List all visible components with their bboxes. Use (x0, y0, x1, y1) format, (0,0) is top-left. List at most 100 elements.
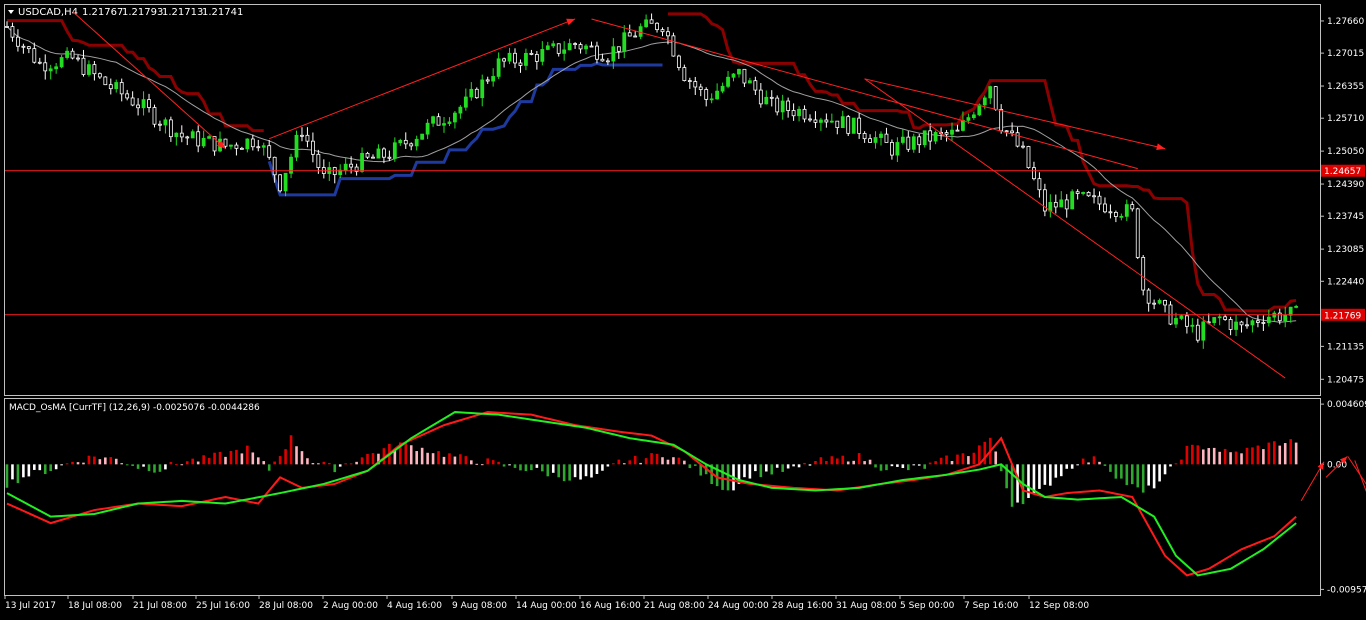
time-tick-label: 14 Aug 00:00 (516, 601, 577, 611)
osma-bar (491, 460, 495, 465)
osma-bar (1256, 445, 1260, 465)
candle-body (201, 137, 206, 147)
candle-body (76, 57, 80, 60)
candle-body (1157, 300, 1162, 304)
candle-body (731, 73, 736, 78)
osma-bar (786, 464, 790, 469)
candle-body (278, 174, 283, 192)
candle-body (851, 117, 856, 134)
candle-body (862, 133, 867, 140)
candle-body (644, 19, 649, 28)
candle-body (971, 114, 976, 118)
chart-window[interactable]: USDCAD,H4 1.21767 1.21793 1.21713 1.2174… (0, 0, 1366, 616)
osma-bar (147, 464, 151, 472)
candle-body (611, 46, 616, 62)
osma-bar (76, 462, 80, 465)
osma-bar (617, 459, 621, 465)
candle-body (808, 118, 812, 121)
candle-body (1239, 321, 1244, 326)
osma-bar (655, 453, 659, 465)
osma-bar (584, 464, 588, 477)
candle-body (824, 119, 829, 123)
osma-bar (1109, 464, 1112, 472)
osma-bar (5, 464, 9, 488)
osma-bar (896, 464, 899, 467)
price-tick-label: 1.24390 (1327, 180, 1364, 190)
candle-body (10, 26, 15, 38)
candle-body (168, 119, 173, 138)
candle-body (955, 129, 960, 132)
candle-body (813, 119, 818, 123)
candle-body (1223, 316, 1228, 320)
candle-body (977, 104, 982, 116)
candle-body (234, 144, 239, 149)
candle-body (911, 136, 916, 150)
candle-body (1113, 211, 1118, 217)
candle-body (447, 121, 452, 124)
osma-bar (841, 455, 845, 465)
candle-body (16, 36, 20, 47)
candle-body (59, 57, 64, 68)
candle-body (567, 43, 572, 51)
candle-body (97, 73, 102, 78)
candle-body (136, 104, 141, 109)
osma-bar (1087, 462, 1090, 465)
candle-body (496, 58, 501, 77)
candle-body (458, 106, 463, 114)
osma-bar (120, 463, 124, 465)
osma-bar (1103, 464, 1107, 466)
candle-body (1004, 130, 1009, 133)
osma-bar (437, 451, 440, 465)
candle-body (1097, 195, 1102, 205)
osma-bar (551, 464, 555, 473)
candle-body (895, 142, 900, 156)
osma-bar (1278, 445, 1282, 465)
osma-bar (191, 458, 195, 465)
candle-body (310, 140, 315, 155)
osma-bar (1251, 447, 1254, 465)
osma-bar (300, 451, 304, 465)
osma-bar (994, 451, 998, 465)
chart-canvas[interactable]: USDCAD,H4 1.21767 1.21793 1.21713 1.2174… (0, 0, 1366, 616)
osma-bar (934, 461, 937, 465)
candle-body (1064, 199, 1069, 210)
osma-bar (1136, 464, 1140, 488)
candle-body (1092, 195, 1096, 198)
time-tick-label: 12 Sep 08:00 (1029, 601, 1089, 611)
osma-bar (1152, 464, 1156, 489)
candle-body (196, 131, 201, 147)
osma-bar (775, 464, 779, 468)
macd-tick-label: -0.009572 (1327, 585, 1366, 595)
candle-body (1266, 316, 1271, 324)
osma-bar (131, 464, 134, 466)
osma-bar (360, 457, 364, 465)
osma-bar (1158, 464, 1161, 482)
candle-body (125, 93, 130, 99)
osma-bar (852, 460, 855, 465)
osma-bar (1267, 442, 1271, 465)
candle-body (343, 163, 348, 171)
osma-bar (677, 457, 681, 465)
osma-bar (797, 464, 801, 468)
candle-body (223, 138, 228, 147)
candle-body (540, 49, 545, 62)
candle-body (5, 26, 9, 28)
osma-bar (1240, 453, 1243, 465)
osma-bar (202, 455, 205, 465)
candle-body (589, 45, 594, 48)
osma-bar (879, 464, 883, 471)
candle-body (529, 52, 534, 55)
osma-bar (136, 464, 140, 469)
osma-bar (530, 464, 533, 471)
osma-bar (240, 453, 244, 465)
candle-body (81, 57, 86, 75)
osma-bar (175, 464, 178, 466)
time-tick-label: 16 Aug 16:00 (580, 601, 641, 611)
candle-body (371, 156, 375, 159)
osma-bar (278, 456, 282, 465)
candle-body (1217, 316, 1222, 319)
osma-bar (650, 453, 653, 465)
osma-bar (448, 453, 451, 465)
osma-bar (11, 464, 14, 480)
candle-body (709, 98, 714, 101)
